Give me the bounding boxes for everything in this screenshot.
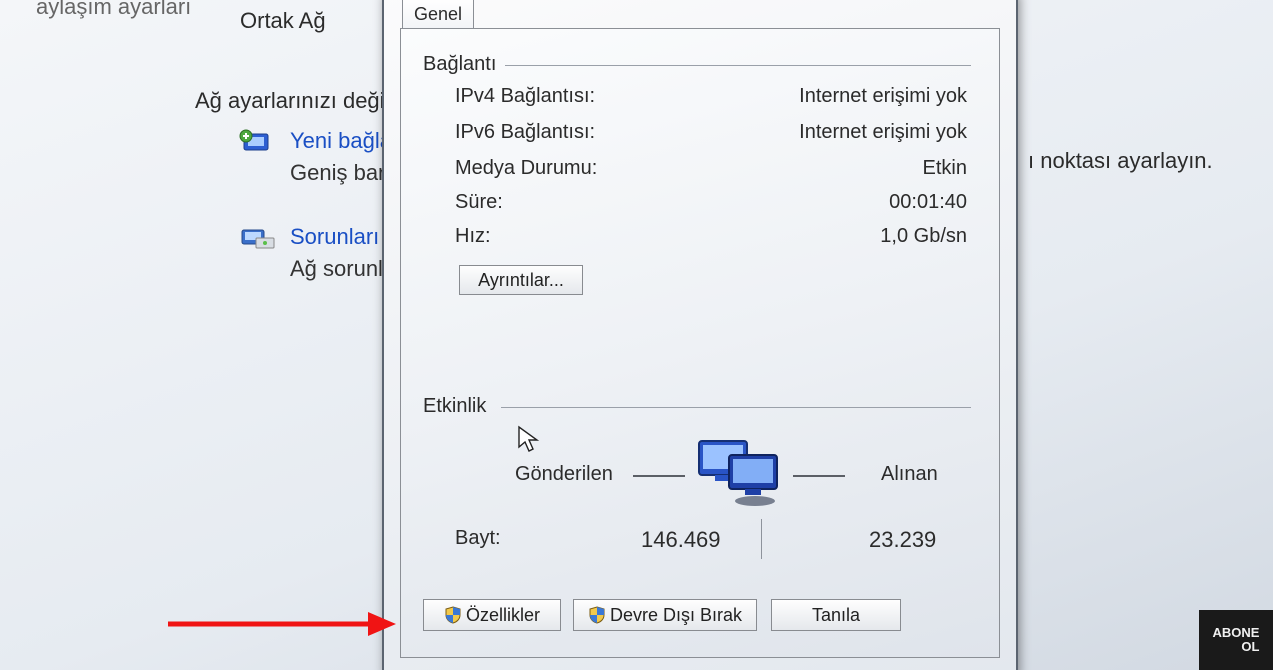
ipv4-value: Internet erişimi yok <box>721 85 967 108</box>
bytes-separator <box>761 519 762 559</box>
subscribe-badge-text: ABONE OL <box>1213 626 1260 655</box>
recv-line <box>793 475 845 477</box>
media-label: Medya Durumu: <box>455 157 597 180</box>
shield-icon <box>444 606 462 624</box>
ethernet-status-dialog: Genel Bağlantı IPv4 Bağlantısı: Internet… <box>382 0 1018 670</box>
bytes-label: Bayt: <box>455 527 501 550</box>
new-connection-sub: Geniş ban <box>290 160 390 186</box>
subscribe-badge[interactable]: ABONE OL <box>1199 610 1273 670</box>
details-button[interactable]: Ayrıntılar... <box>459 265 583 295</box>
bg-right-fragment: ı noktası ayarlayın. <box>1028 148 1213 174</box>
connection-separator <box>505 65 971 66</box>
tab-body: Bağlantı IPv4 Bağlantısı: Internet erişi… <box>400 28 1000 658</box>
ipv4-label: IPv4 Bağlantısı: <box>455 85 595 108</box>
duration-label: Süre: <box>455 191 503 214</box>
diagnose-button[interactable]: Tanıla <box>771 599 901 631</box>
diagnose-button-label: Tanıla <box>812 605 860 626</box>
bg-sharing-settings-text: aylaşım ayarları <box>36 0 191 20</box>
troubleshoot-sub: Ağ sorunl <box>290 256 383 282</box>
ipv6-label: IPv6 Bağlantısı: <box>455 121 595 144</box>
activity-separator <box>501 407 971 408</box>
public-network-label: Ortak Ağ <box>240 8 326 34</box>
ipv6-value: Internet erişimi yok <box>721 121 967 144</box>
tab-general[interactable]: Genel <box>402 0 474 29</box>
connection-group-label: Bağlantı <box>423 53 496 76</box>
recv-bytes: 23.239 <box>869 527 936 553</box>
new-connection-link[interactable]: Yeni bağla <box>290 128 392 154</box>
change-settings-heading: Ağ ayarlarınızı değiş <box>195 88 396 114</box>
network-activity-icon <box>691 437 787 507</box>
troubleshoot-icon <box>238 224 278 252</box>
properties-button-label: Özellikler <box>466 605 540 626</box>
sent-line <box>633 475 685 477</box>
activity-group-label: Etkinlik <box>423 395 486 418</box>
media-value: Etkin <box>721 157 967 180</box>
disable-button[interactable]: Devre Dışı Bırak <box>573 599 757 631</box>
disable-button-label: Devre Dışı Bırak <box>610 605 742 626</box>
speed-label: Hız: <box>455 225 491 248</box>
properties-button[interactable]: Özellikler <box>423 599 561 631</box>
sent-bytes: 146.469 <box>641 527 721 553</box>
sent-label: Gönderilen <box>515 463 613 486</box>
speed-value: 1,0 Gb/sn <box>721 225 967 248</box>
shield-icon <box>588 606 606 624</box>
new-connection-icon <box>238 128 278 156</box>
recv-label: Alınan <box>881 463 938 486</box>
duration-value: 00:01:40 <box>721 191 967 214</box>
